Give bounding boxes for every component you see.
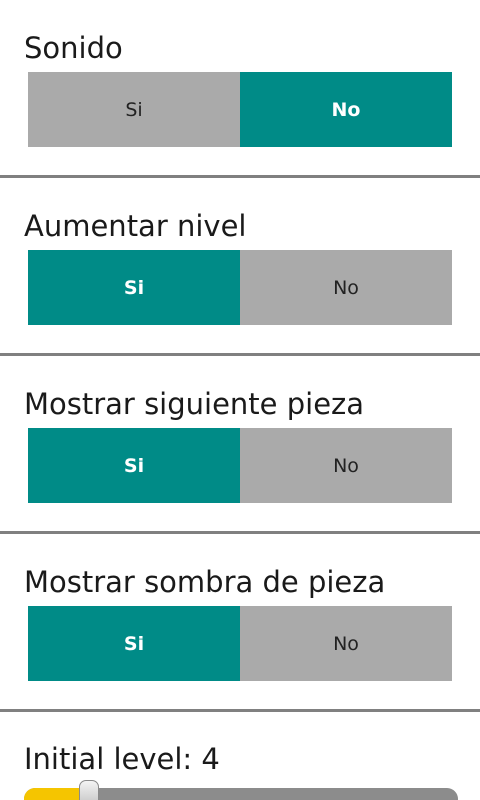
setting-title: Aumentar nivel: [24, 209, 247, 243]
setting-title: Sonido: [24, 31, 123, 65]
increase-level-yes-option[interactable]: Si: [28, 250, 240, 325]
show-next-piece-toggle: Si No: [28, 428, 452, 503]
show-next-piece-yes-option[interactable]: Si: [28, 428, 240, 503]
show-next-piece-no-option[interactable]: No: [240, 428, 452, 503]
sound-yes-option[interactable]: Si: [28, 72, 240, 147]
setting-show-piece-shadow: Mostrar sombra de pieza Si No: [0, 534, 480, 712]
slider-thumb[interactable]: [79, 780, 99, 800]
show-piece-shadow-no-option[interactable]: No: [240, 606, 452, 681]
increase-level-no-option[interactable]: No: [240, 250, 452, 325]
setting-title: Mostrar siguiente pieza: [24, 387, 365, 421]
sound-toggle: Si No: [28, 72, 452, 147]
initial-level-label: Initial level: 4: [24, 742, 220, 776]
setting-title: Mostrar sombra de pieza: [24, 565, 386, 599]
settings-screen: Sonido Si No Aumentar nivel Si No Mostra…: [0, 0, 480, 800]
show-piece-shadow-yes-option[interactable]: Si: [28, 606, 240, 681]
sound-no-option[interactable]: No: [240, 72, 452, 147]
show-piece-shadow-toggle: Si No: [28, 606, 452, 681]
increase-level-toggle: Si No: [28, 250, 452, 325]
setting-sound: Sonido Si No: [0, 0, 480, 178]
setting-show-next-piece: Mostrar siguiente pieza Si No: [0, 356, 480, 534]
setting-increase-level: Aumentar nivel Si No: [0, 178, 480, 356]
initial-level-slider[interactable]: [24, 780, 458, 800]
